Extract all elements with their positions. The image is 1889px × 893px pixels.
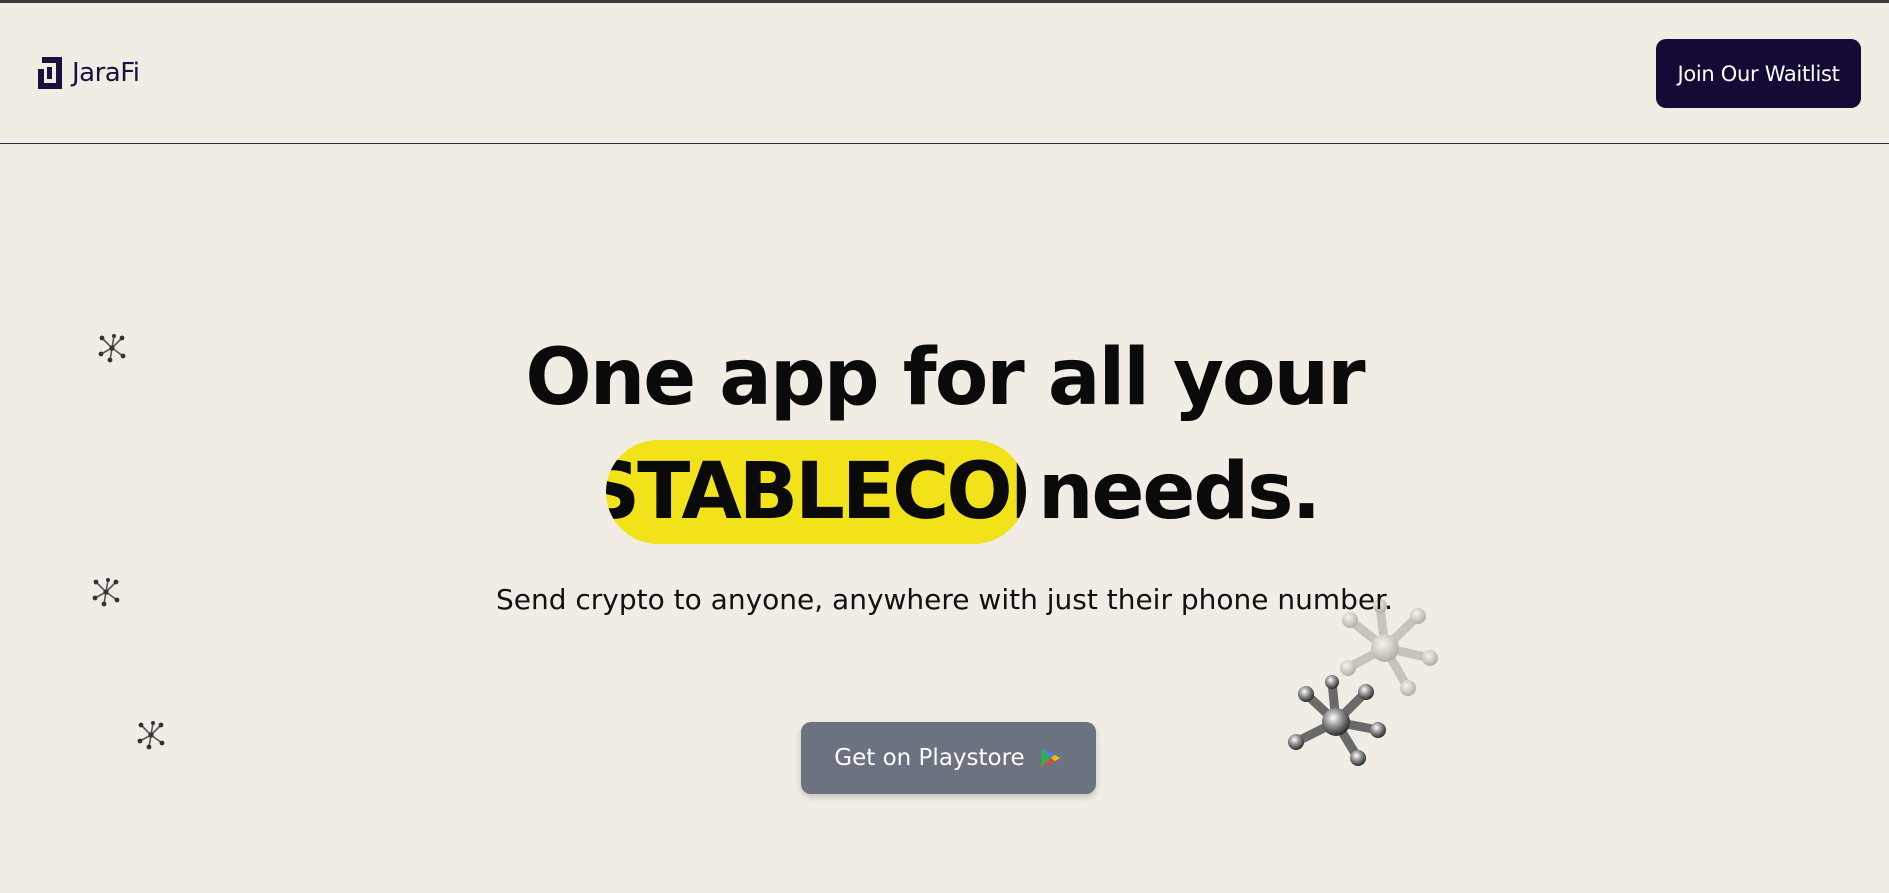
logo[interactable]: JaraFi [36,53,140,93]
get-on-playstore-button[interactable]: Get on Playstore [801,722,1096,794]
stablecoin-highlight: STABLECOIN [606,440,1026,544]
hero-subtitle: Send crypto to anyone, anywhere with jus… [495,583,1393,616]
highlight-word: STABLECOIN [606,447,1026,537]
hero-title-line2-suffix: needs. [1038,447,1321,537]
join-waitlist-button[interactable]: Join Our Waitlist [1656,39,1861,108]
molecule-3d-icon [1284,672,1388,768]
molecule-icon [135,719,167,751]
hero-title-line1: One app for all your [525,333,1365,423]
google-play-icon [1040,748,1060,768]
logo-text: JaraFi [72,58,140,88]
logo-icon [38,57,62,89]
site-header: JaraFi Join Our Waitlist [0,3,1889,144]
playstore-button-label: Get on Playstore [834,745,1025,771]
